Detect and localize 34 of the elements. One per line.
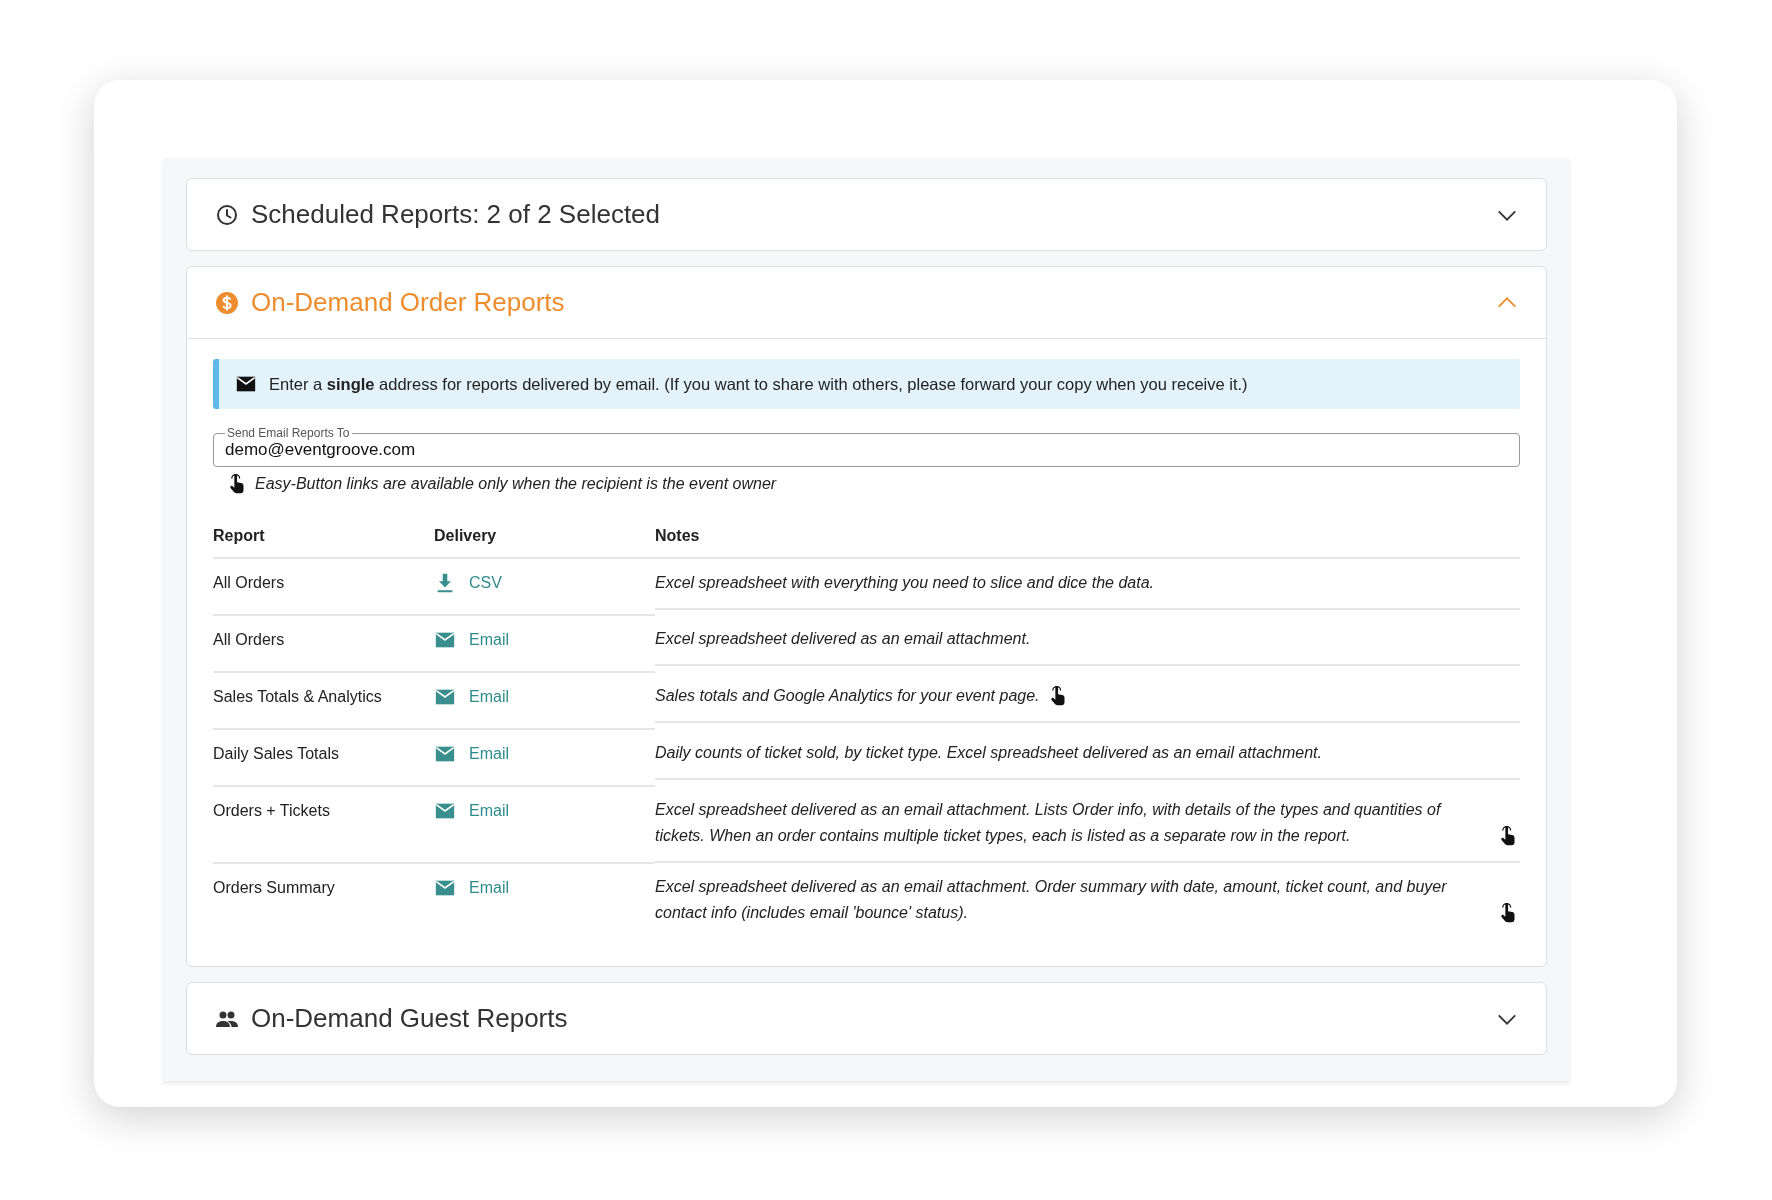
- delivery-link[interactable]: Email: [434, 875, 509, 901]
- clock-icon: [215, 202, 239, 227]
- note-text: Excel spreadsheet delivered as an email attachment. Order summary with date, amount, ticket count, and buyer contact info (includes email 'bounce' status).: [655, 877, 1448, 923]
- accordion-header[interactable]: Scheduled Reports: 2 of 2 Selected: [187, 179, 1546, 250]
- note-text: Excel spreadsheet delivered as an email attachment.: [655, 629, 1031, 649]
- delivery-link[interactable]: Email: [434, 684, 509, 710]
- dollar-coin-icon: [215, 290, 239, 315]
- table-cell: Sales Totals & Analytics: [213, 672, 434, 729]
- note-text: Daily counts of ticket sold, by ticket type. Excel spreadsheet delivered as an email attachment.: [655, 743, 1322, 763]
- delivery-link[interactable]: Email: [434, 627, 509, 653]
- email-input-text[interactable]: demo@eventgroove.com: [225, 440, 1508, 460]
- column-header: Report: [213, 517, 434, 558]
- hint-text: Easy-Button links are available only when the recipient is the event owner: [255, 475, 777, 493]
- section-title: On-Demand Guest Reports: [251, 1003, 569, 1034]
- note-text: Excel spreadsheet delivered as an email attachment. Lists Order info, with details of the types and quantities of tickets. When an order contains multiple ticket types, each is listed as a separate row in the report.: [655, 800, 1443, 846]
- delivery-link[interactable]: Email: [434, 741, 509, 767]
- accordion-header[interactable]: On-Demand Guest Reports: [187, 983, 1546, 1054]
- note-text: Sales totals and Google Analytics for your event page.: [655, 686, 1040, 706]
- field-label: Send Email Reports To: [226, 426, 351, 440]
- column-header: Notes: [655, 517, 1520, 558]
- section-title: Scheduled Reports: 2 of 2 Selected: [251, 199, 662, 230]
- table-cell: Daily Sales Totals: [213, 729, 434, 786]
- delivery-link[interactable]: Email: [434, 798, 509, 824]
- note-text: Excel spreadsheet with everything you need to slice and dice the data.: [655, 573, 1154, 593]
- table-cell: Orders + Tickets: [213, 786, 434, 863]
- delivery-link[interactable]: CSV: [434, 570, 502, 596]
- section-title: On-Demand Order Reports: [251, 287, 566, 318]
- table-cell: All Orders: [213, 615, 434, 672]
- table-cell: All Orders: [213, 558, 434, 615]
- alert-text: Enter a single address for reports delivered by email. (If you want to share with others, please forward your copy when you receive it.): [269, 374, 1248, 394]
- column-header: Delivery: [434, 517, 655, 558]
- table-cell: Orders Summary: [213, 863, 434, 938]
- email-field[interactable]: Send Email Reports To demo@eventgroove.com: [213, 426, 1520, 467]
- accordion-header[interactable]: On-Demand Order Reports: [187, 267, 1546, 339]
